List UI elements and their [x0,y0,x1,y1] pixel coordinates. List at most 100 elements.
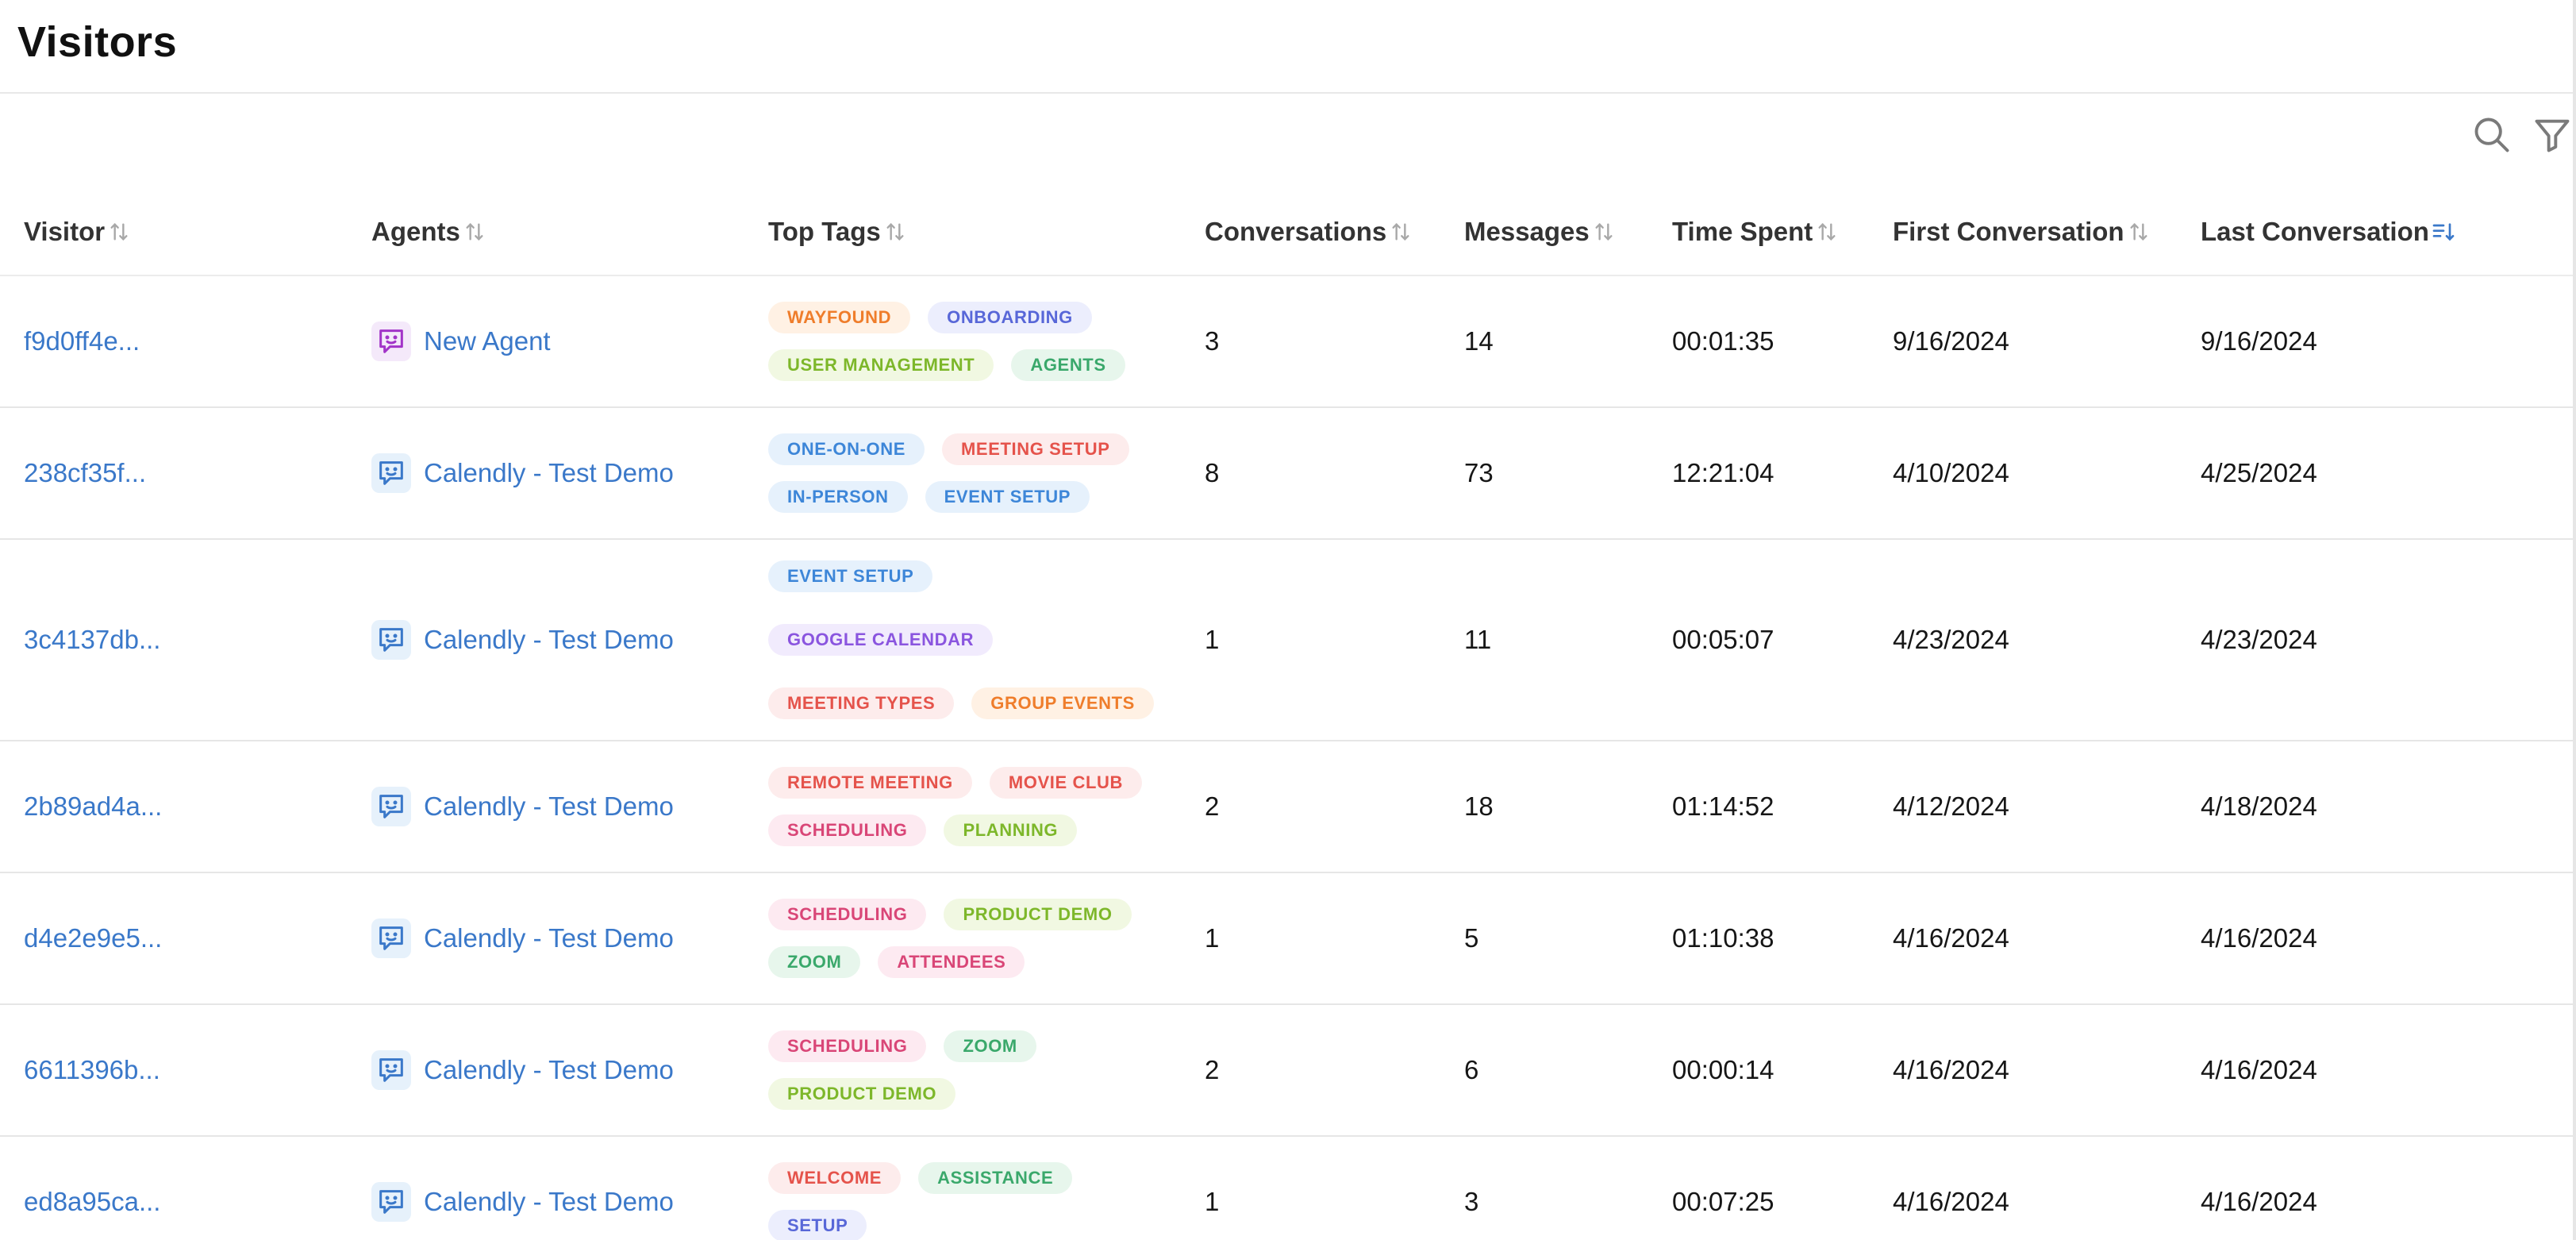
conversations-cell: 1 [1205,539,1464,741]
messages-count: 3 [1464,1187,1479,1216]
messages-count: 6 [1464,1055,1479,1084]
agent-name: Calendly - Test Demo [424,458,674,487]
conversations-count: 1 [1205,1187,1220,1216]
agent-cell: Calendly - Test Demo [371,407,768,540]
time-spent-cell: 00:05:07 [1672,539,1893,741]
sort-button-top-tags[interactable]: Top Tags [768,217,908,247]
column-header-label: Time Spent [1672,217,1813,246]
sort-icon [106,219,132,245]
top-tags-cell: SCHEDULING PRODUCT DEMO ZOOM ATTENDEES [768,872,1205,1005]
agent-name: Calendly - Test Demo [424,1187,674,1216]
first-conversation-cell: 4/16/2024 [1893,872,2201,1005]
sort-icon [1814,219,1840,245]
tag-badge: SCHEDULING [768,899,927,930]
visitor-id-link[interactable]: ed8a95ca... [24,1187,160,1216]
tag-badge: AGENTS [1011,349,1125,381]
tag-list: WAYFOUND ONBOARDING USER MANAGEMENT AGENTS [768,281,1181,402]
time-spent-cell: 00:07:25 [1672,1136,1893,1240]
table-row[interactable]: d4e2e9e5... Calendly - Test Demo SCHEDULIN… [0,872,2573,1005]
agent-cell: Calendly - Test Demo [371,741,768,873]
agent-name: Calendly - Test Demo [424,791,674,821]
top-tags-cell: REMOTE MEETING MOVIE CLUB SCHEDULING PLANNI… [768,741,1205,873]
table-row[interactable]: ed8a95ca... Calendly - Test Demo WELCOME AS… [0,1136,2573,1240]
conversations-count: 1 [1205,923,1220,953]
sort-button-agents[interactable]: Agents [371,217,487,247]
column-header-label: Messages [1464,217,1590,246]
messages-cell: 3 [1464,1136,1672,1240]
tag-badge: USER MANAGEMENT [768,349,994,381]
agent-link[interactable]: Calendly - Test Demo [371,1050,768,1090]
first-conversation-date: 4/16/2024 [1893,1187,2009,1216]
column-header-label: Conversations [1205,217,1387,246]
visitor-id-link[interactable]: 6611396b... [24,1055,160,1084]
sort-button-visitor[interactable]: Visitor [24,217,132,247]
table-row[interactable]: 238cf35f... Calendly - Test Demo ONE-ON-ON… [0,407,2573,540]
visitor-id-link[interactable]: 238cf35f... [24,458,146,487]
filter-icon[interactable] [2532,114,2573,156]
last-conversation-cell: 9/16/2024 [2201,275,2573,408]
tag-list: SCHEDULING PRODUCT DEMO ZOOM ATTENDEES [768,878,1181,999]
conversations-cell: 8 [1205,407,1464,540]
search-icon[interactable] [2471,114,2513,156]
agent-cell: Calendly - Test Demo [371,1136,768,1240]
table-row[interactable]: 6611396b... Calendly - Test Demo SCHEDULIN… [0,1004,2573,1137]
conversations-cell: 1 [1205,1136,1464,1240]
tag-badge: ZOOM [944,1030,1036,1062]
top-tags-cell: SCHEDULING ZOOM PRODUCT DEMO [768,1004,1205,1137]
first-conversation-date: 4/10/2024 [1893,458,2009,487]
visitor-id-link[interactable]: d4e2e9e5... [24,923,162,953]
first-conversation-cell: 4/23/2024 [1893,539,2201,741]
conversations-count: 3 [1205,326,1220,356]
time-spent-cell: 01:10:38 [1672,872,1893,1005]
visitor-cell: ed8a95ca... [0,1136,371,1240]
visitor-id-link[interactable]: 3c4137db... [24,625,160,654]
visitor-cell: f9d0ff4e... [0,275,371,408]
sort-button-messages[interactable]: Messages [1464,217,1617,247]
last-conversation-date: 4/16/2024 [2201,923,2317,953]
table-row[interactable]: 3c4137db... Calendly - Test Demo EVENT SET… [0,539,2573,741]
tag-badge: EVENT SETUP [768,560,933,592]
sort-button-conversations[interactable]: Conversations [1205,217,1413,247]
tag-badge: ONE-ON-ONE [768,433,925,465]
conversations-count: 8 [1205,458,1220,487]
tag-badge: WELCOME [768,1162,902,1194]
conversations-count: 2 [1205,791,1220,821]
agent-name: Calendly - Test Demo [424,923,674,953]
messages-count: 14 [1464,326,1494,356]
last-conversation-date: 4/25/2024 [2201,458,2317,487]
visitor-cell: d4e2e9e5... [0,872,371,1005]
agent-link[interactable]: Calendly - Test Demo [371,918,768,958]
table-row[interactable]: 2b89ad4a... Calendly - Test Demo REMOTE ME… [0,741,2573,873]
time-spent-value: 01:10:38 [1672,923,1774,953]
chat-smile-icon [371,322,411,361]
column-header-label: First Conversation [1893,217,2124,246]
first-conversation-date: 4/23/2024 [1893,625,2009,654]
tag-badge: MEETING TYPES [768,687,955,719]
sort-icon [462,219,487,245]
tag-badge: SETUP [768,1210,867,1240]
messages-count: 73 [1464,458,1494,487]
visitor-id-link[interactable]: f9d0ff4e... [24,326,140,356]
table-row[interactable]: f9d0ff4e... New Agent WAYFOUND ONBOARDING US… [0,275,2573,408]
agent-cell: Calendly - Test Demo [371,1004,768,1137]
column-header-first-conversation: First Conversation [1893,189,2201,276]
agent-link[interactable]: Calendly - Test Demo [371,1182,768,1222]
sort-button-first-conversation[interactable]: First Conversation [1893,217,2151,247]
agent-link[interactable]: Calendly - Test Demo [371,787,768,826]
last-conversation-cell: 4/25/2024 [2201,407,2573,540]
agent-link[interactable]: Calendly - Test Demo [371,620,768,660]
table-header-row: Visitor Agents Top Tags Conversations Messag… [0,189,2573,276]
conversations-cell: 2 [1205,1004,1464,1137]
agent-name: Calendly - Test Demo [424,1055,674,1084]
page-header: Visitors [0,0,2576,94]
agent-cell: Calendly - Test Demo [371,539,768,741]
sort-button-last-conversation[interactable]: Last Conversation [2201,217,2456,247]
visitor-id-link[interactable]: 2b89ad4a... [24,791,162,821]
agent-link[interactable]: Calendly - Test Demo [371,453,768,493]
first-conversation-cell: 4/10/2024 [1893,407,2201,540]
sort-button-time-spent[interactable]: Time Spent [1672,217,1840,247]
agent-link[interactable]: New Agent [371,322,768,361]
visitor-cell: 2b89ad4a... [0,741,371,873]
last-conversation-date: 4/18/2024 [2201,791,2317,821]
column-header-messages: Messages [1464,189,1672,276]
